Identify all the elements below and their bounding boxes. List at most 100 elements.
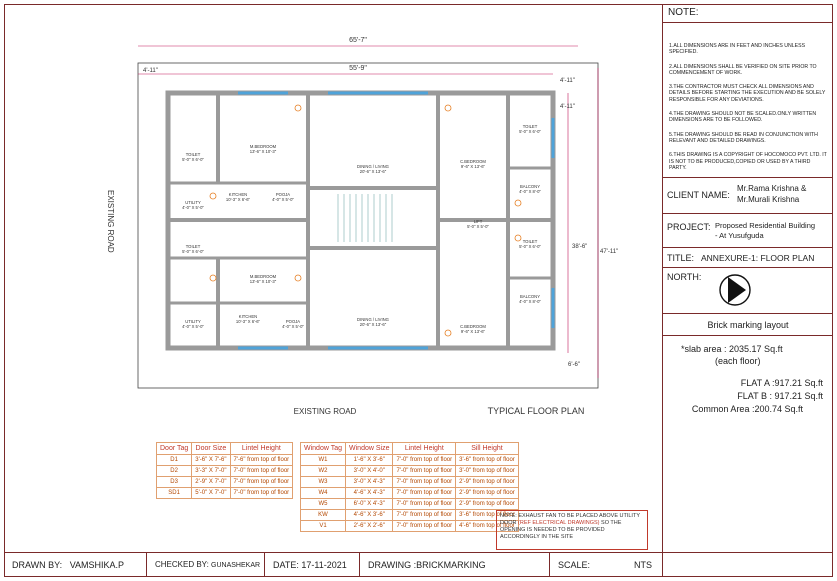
window-header: Sill Height — [455, 442, 519, 455]
typical-floor-plan-label: TYPICAL FLOOR PLAN — [488, 406, 585, 416]
note-item: 2.ALL DIMENSIONS SHALL BE VERIFIED ON SI… — [669, 63, 817, 76]
lintel-height: 7'-0" from top of floor — [392, 520, 457, 532]
room-size: 5'-0" X 6'-0" — [182, 157, 204, 162]
stair-core-wall — [306, 186, 440, 250]
title-value: ANNEXURE-1: FLOOR PLAN — [701, 253, 815, 263]
note-item: 4.THE DRAWING SHOULD NOT BE SCALED.ONLY … — [669, 111, 817, 124]
lintel-height: 7'-0" from top of floor — [392, 487, 457, 499]
layout-title-row: Brick marking layout — [663, 314, 833, 336]
flat-b-area: FLAT B : 917.21 Sq.ft — [737, 391, 823, 401]
window-size: 3'-0" X 4'-0" — [345, 465, 394, 477]
window-tag: W4 — [299, 487, 347, 499]
client-label: CLIENT NAME: — [667, 190, 730, 200]
room-size: 13'-6" X 10'-3" — [250, 149, 277, 154]
window-size: 4'-6" X 4'-3" — [345, 487, 394, 499]
table-row: D3 2'-9" X 7'-0" 7'-0" from top of floor — [155, 476, 294, 488]
drawing-value: BRICKMARKING — [416, 560, 486, 570]
client-row: CLIENT NAME: Mr.Rama Krishna & Mr.Murali… — [663, 178, 833, 214]
dim-top-outer: 65'-7" — [349, 37, 367, 44]
door-size: 5'-0" X 7'-0" — [191, 487, 231, 499]
table-row: V1 2'-6" X 2'-6" 7'-0" from top of floor… — [299, 520, 519, 532]
drawing-label: DRAWING : — [368, 560, 417, 570]
dim-right-3: 47'-11" — [600, 249, 618, 255]
road-label-bottom: EXISTING ROAD — [294, 407, 357, 416]
dim-right-2: 38'-6" — [572, 244, 587, 250]
door-header: Door Tag — [155, 442, 193, 455]
room-size: 9'-6" X 13'-6" — [461, 329, 486, 334]
sill-height: 3'-6" from top of floor — [455, 454, 519, 466]
client-name-line1: Mr.Rama Krishna & — [737, 184, 807, 193]
title-row: TITLE: ANNEXURE-1: FLOOR PLAN — [663, 248, 833, 268]
door-size: 3'-3" X 7'-0" — [191, 465, 231, 477]
title-block: DRAWN BY: VAMSHIKA.P CHECKED BY: GUNASHE… — [4, 552, 833, 577]
north-row: NORTH: — [663, 268, 833, 314]
north-arrow-icon — [719, 274, 751, 306]
notes-header: NOTE: — [663, 4, 833, 23]
window-size: 2'-6" X 2'-6" — [345, 520, 394, 532]
date-value: 17-11-2021 — [301, 560, 347, 570]
window-tag: KW — [299, 509, 347, 521]
road-label-left: EXISTING ROAD — [106, 190, 115, 253]
drawn-by-cell: DRAWN BY: VAMSHIKA.P — [4, 553, 147, 577]
dim-right-1: 4'-11" — [560, 104, 575, 110]
window-tag: W1 — [299, 454, 347, 466]
table-row: W2 3'-0" X 4'-0" 7'-0" from top of floor… — [299, 465, 519, 477]
room-size: 5'-0" X 5'-0" — [467, 224, 489, 229]
drawn-by-value: VAMSHIKA.P — [69, 560, 125, 570]
dim-top-inner: 55'-9" — [349, 65, 367, 72]
window-tag: W5 — [299, 498, 347, 510]
sill-height: 2'-9" from top of floor — [455, 476, 519, 488]
project-label: PROJECT: — [667, 222, 711, 232]
lintel-height: 7'-0" from top of floor — [229, 465, 294, 477]
area-summary: *slab area : 2035.17 Sq.ft (each floor) … — [663, 336, 833, 446]
window-tag: W2 — [299, 465, 347, 477]
exhaust-fan-note: NOTE: EXHAUST FAN TO BE PLACED ABOVE UTI… — [496, 510, 648, 550]
date-label: DATE: — [273, 560, 299, 570]
scale-cell: SCALE: NTS — [550, 553, 663, 577]
room-size: 9'-6" X 13'-6" — [461, 164, 486, 169]
lintel-height: 7'-0" from top of floor — [392, 476, 457, 488]
note-item: 5.THE DRAWING SHOULD BE READ IN CONJUNCT… — [669, 131, 818, 144]
room-size: 10'-3" X 6'-6" — [236, 319, 261, 324]
window-header: Window Tag — [299, 442, 347, 455]
room-size: 4'-0" X 5'-0" — [182, 205, 204, 210]
dim-left: 4'-11" — [143, 68, 158, 74]
room-size: 4'-0" X 8'-0" — [519, 189, 541, 194]
lintel-height: 7'-0" from top of floor — [392, 509, 457, 521]
note-reference: (REF ELECTRICAL DRAWINGS) — [518, 520, 600, 526]
table-row: SD1 5'-0" X 7'-0" 7'-0" from top of floo… — [155, 487, 294, 499]
table-row: D2 3'-3" X 7'-0" 7'-0" from top of floor — [155, 465, 294, 477]
layout-title: Brick marking layout — [707, 320, 789, 330]
dim-right-5: 4'-11" — [560, 78, 575, 84]
window-size: 3'-0" X 4'-3" — [345, 476, 394, 488]
room-size: 4'-0" X 8'-0" — [519, 299, 541, 304]
door-header: Lintel Height — [229, 442, 294, 455]
table-row: W3 3'-0" X 4'-3" 7'-0" from top of floor… — [299, 476, 519, 488]
room-size: 4'-0" X 5'-0" — [282, 324, 304, 329]
north-label: NORTH: — [667, 272, 702, 282]
table-row: KW 4'-6" X 3'-6" 7'-0" from top of floor… — [299, 509, 519, 521]
note-item: 3.THE CONTRACTOR MUST CHECK ALL DIMENSIO… — [669, 84, 826, 103]
client-name-line2: Mr.Murali Krishna — [737, 195, 800, 204]
sill-height: 2'-9" from top of floor — [455, 487, 519, 499]
room-size: 4'-0" X 5'-0" — [272, 197, 294, 202]
lintel-height: 7'-0" from top of floor — [229, 487, 294, 499]
lintel-height: 7'-0" from top of floor — [229, 476, 294, 488]
window-header: Window Size — [345, 442, 394, 455]
window-schedule: Window Tag Window Size Lintel Height Sil… — [299, 442, 519, 532]
door-tag: D2 — [155, 465, 193, 477]
lintel-height: 7'-0" from top of floor — [392, 454, 457, 466]
dim-right-4: 6'-6" — [568, 362, 580, 368]
checked-by-cell: CHECKED BY: GUNASHEKAR — [147, 553, 265, 577]
note-item: 6.THIS DRAWING IS A COPYRIGHT OF HOCOMOC… — [669, 152, 827, 171]
title-label: TITLE: — [667, 253, 695, 263]
door-tag: D1 — [155, 454, 193, 466]
project-value-line2: - At Yusufguda — [715, 231, 764, 240]
info-panel: NOTE: 1.ALL DIMENSIONS ARE IN FEET AND I… — [662, 4, 833, 552]
scale-label: SCALE: — [558, 560, 591, 570]
scale-value: NTS — [634, 560, 652, 570]
room-size: 20'-6" X 13'-6" — [360, 169, 387, 174]
room-size: 13'-6" X 10'-3" — [250, 279, 277, 284]
table-row: W1 1'-6" X 3'-6" 7'-0" from top of floor… — [299, 454, 519, 466]
door-size: 3'-6" X 7'-6" — [191, 454, 231, 466]
